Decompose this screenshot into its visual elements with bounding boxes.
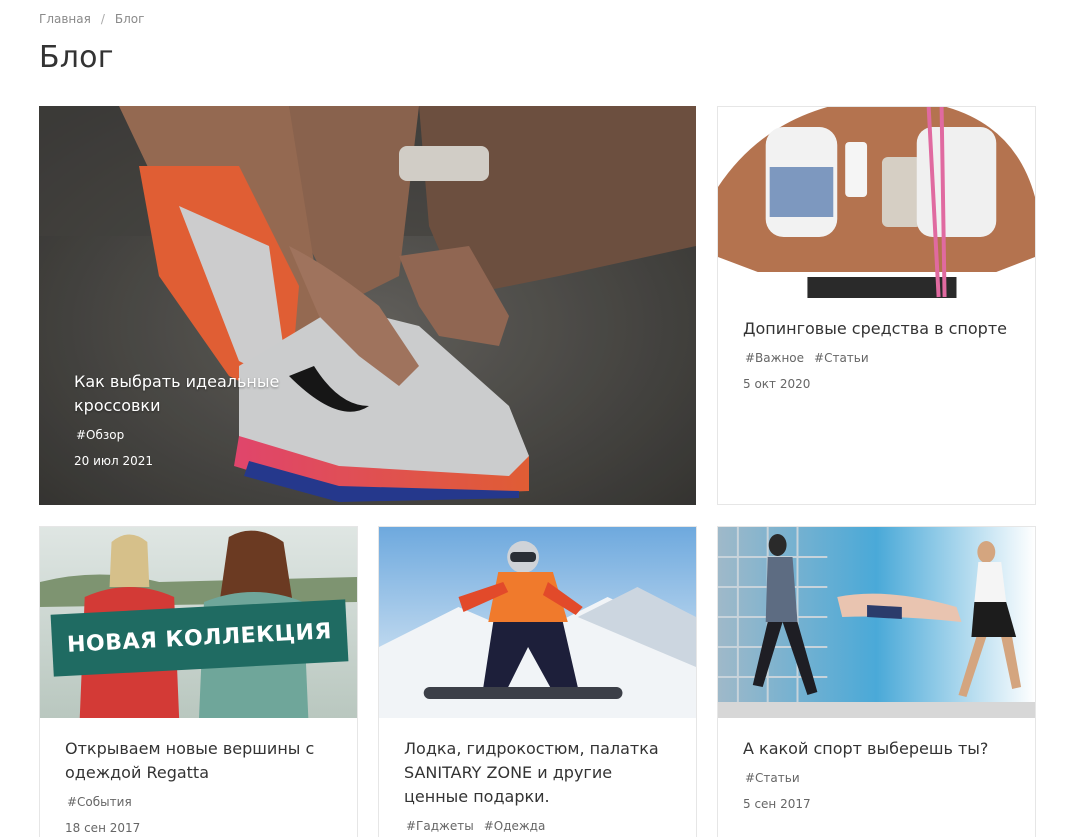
post-card[interactable]: Допинговые средства в спорте #Важное #Ст…: [717, 106, 1036, 505]
breadcrumb: Главная / Блог: [39, 12, 144, 26]
post-body: Лодка, гидрокостюм, палатка SANITARY ZON…: [404, 737, 676, 833]
post-tag[interactable]: #Важное: [745, 351, 804, 365]
post-body: А какой спорт выберешь ты? #Статьи 5 сен…: [743, 737, 1015, 811]
post-tags: #Важное #Статьи: [743, 351, 1015, 365]
post-tag[interactable]: #Обзор: [76, 428, 124, 442]
collection-banner-text: НОВАЯ КОЛЛЕКЦИЯ: [66, 618, 333, 658]
post-date: 5 окт 2020: [743, 377, 811, 391]
post-date: 18 сен 2017: [65, 821, 141, 835]
post-tags: #Статьи: [743, 771, 1015, 785]
post-body: Допинговые средства в спорте #Важное #Ст…: [743, 317, 1015, 391]
post-tags: #Гаджеты #Одежда: [404, 819, 676, 833]
post-title[interactable]: Лодка, гидрокостюм, палатка SANITARY ZON…: [404, 737, 676, 809]
post-tag[interactable]: #Одежда: [484, 819, 546, 833]
breadcrumb-separator: /: [100, 12, 105, 26]
post-date: 5 сен 2017: [743, 797, 811, 811]
post-image-regatta[interactable]: НОВАЯ КОЛЛЕКЦИЯ: [40, 527, 357, 718]
post-tag[interactable]: #Гаджеты: [406, 819, 474, 833]
post-image-supplements[interactable]: [718, 107, 1035, 298]
post-date: 20 июл 2021: [74, 454, 154, 468]
post-card[interactable]: НОВАЯ КОЛЛЕКЦИЯ Открываем новые вершины …: [39, 526, 358, 837]
page-title: Блог: [39, 40, 114, 75]
post-title[interactable]: Как выбрать идеальные кроссовки: [74, 370, 356, 418]
post-tag[interactable]: #Статьи: [745, 771, 800, 785]
post-featured-body: Как выбрать идеальные кроссовки #Обзор 2…: [74, 370, 356, 468]
post-tag[interactable]: #Статьи: [814, 351, 869, 365]
post-title[interactable]: Открываем новые вершины с одеждой Regatt…: [65, 737, 337, 785]
post-title[interactable]: Допинговые средства в спорте: [743, 317, 1015, 341]
post-image-sports[interactable]: [718, 527, 1035, 718]
breadcrumb-home-link[interactable]: Главная: [39, 12, 91, 26]
post-tag[interactable]: #События: [67, 795, 132, 809]
breadcrumb-current: Блог: [114, 12, 145, 26]
post-card[interactable]: А какой спорт выберешь ты? #Статьи 5 сен…: [717, 526, 1036, 837]
post-card-featured[interactable]: Как выбрать идеальные кроссовки #Обзор 2…: [39, 106, 696, 505]
post-title[interactable]: А какой спорт выберешь ты?: [743, 737, 1015, 761]
post-body: Открываем новые вершины с одеждой Regatt…: [65, 737, 337, 835]
post-card[interactable]: Лодка, гидрокостюм, палатка SANITARY ZON…: [378, 526, 697, 837]
post-tags: #События: [65, 795, 337, 809]
post-image-snowboard[interactable]: [379, 527, 696, 718]
post-tags: #Обзор: [74, 428, 356, 442]
